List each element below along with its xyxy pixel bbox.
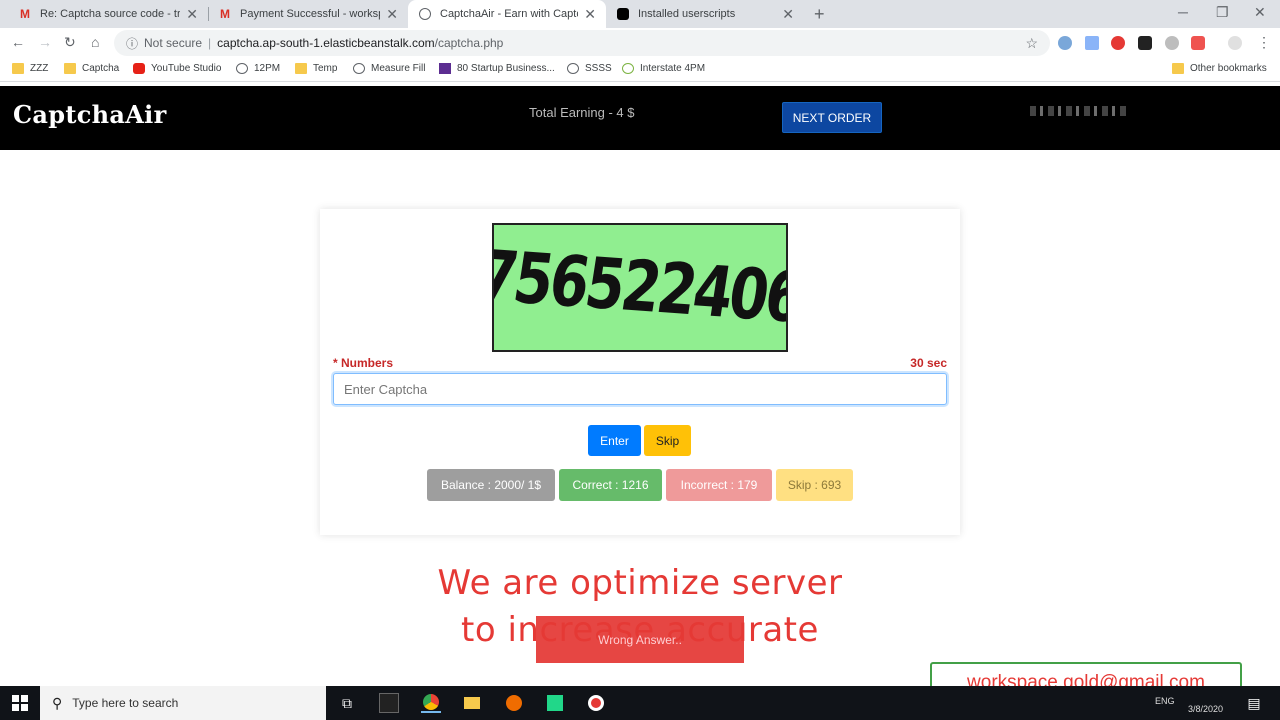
record-icon[interactable] — [586, 693, 606, 713]
close-window-icon[interactable]: ✕ — [1254, 4, 1266, 21]
bookmark-temp[interactable]: Temp — [295, 63, 337, 74]
folder-icon — [295, 63, 307, 74]
bookmark-12pm[interactable]: 12PM — [236, 63, 280, 74]
globe-icon — [567, 63, 579, 74]
folder-icon — [1172, 63, 1184, 74]
profile-avatar-icon[interactable] — [1228, 36, 1242, 50]
dropbox-icon[interactable] — [1085, 36, 1099, 50]
numbers-label: * Numbers — [333, 356, 394, 370]
youtube-icon — [133, 63, 145, 74]
task-view-icon[interactable]: ⧉ — [337, 693, 357, 713]
browser-toolbar: ← → ↻ ⌂ ⓘ Not secure | captcha.ap-south-… — [0, 28, 1280, 58]
tampermonkey-icon — [616, 7, 630, 21]
browser-tab-strip: M Re: Captcha source code - tramv ✕ M Pa… — [0, 0, 1280, 28]
gmail-icon: M — [220, 7, 230, 21]
wrong-answer-toast: Wrong Answer.. — [536, 616, 744, 663]
enter-button[interactable]: Enter — [588, 425, 641, 456]
close-tab-icon[interactable]: ✕ — [186, 6, 198, 23]
file-explorer-icon[interactable] — [462, 693, 482, 713]
chrome-icon[interactable] — [421, 693, 441, 713]
captcha-image-text: 756522406 — [492, 235, 788, 340]
incorrect-badge: Incorrect : 179 — [666, 469, 772, 501]
close-tab-icon[interactable]: ✕ — [782, 6, 794, 23]
extension-icon[interactable] — [1165, 36, 1179, 50]
taskbar-search[interactable]: ⚲ Type here to search — [40, 686, 326, 720]
home-icon[interactable]: ⌂ — [91, 34, 99, 50]
forward-icon[interactable]: → — [38, 34, 52, 50]
extension-icon[interactable] — [1058, 36, 1072, 50]
windows-taskbar: ⚲ Type here to search ⧉ ENG 3/8/2020 ▤ — [0, 686, 1280, 720]
tab-gmail-payment[interactable]: M Payment Successful - workspace. ✕ — [208, 0, 408, 28]
menu-kebab-icon[interactable]: ⋮ — [1257, 34, 1271, 51]
site-navbar: CaptchaAir Total Earning - 4 $ NEXT ORDE… — [0, 86, 1280, 150]
balance-badge: Balance : 2000/ 1$ — [427, 469, 555, 501]
skip-count-badge: Skip : 693 — [776, 469, 853, 501]
total-earning: Total Earning - 4 $ — [529, 105, 635, 120]
bookmark-zzz[interactable]: ZZZ — [12, 63, 48, 74]
globe-icon — [236, 63, 248, 74]
captcha-card: 756522406 * Numbers 30 sec Enter Skip Ba… — [320, 209, 960, 535]
bookmark-measure-fill[interactable]: Measure Fill — [353, 63, 425, 74]
close-tab-icon[interactable]: ✕ — [584, 6, 596, 23]
next-order-button[interactable]: NEXT ORDER — [782, 102, 882, 133]
restore-icon[interactable]: ❐ — [1216, 4, 1229, 21]
globe-icon — [418, 7, 432, 21]
search-icon: ⚲ — [52, 694, 63, 711]
adblock-icon[interactable] — [1111, 36, 1125, 50]
tab-installed-userscripts[interactable]: Installed userscripts ✕ — [606, 0, 804, 28]
close-tab-icon[interactable]: ✕ — [386, 6, 398, 23]
correct-badge: Correct : 1216 — [559, 469, 662, 501]
captcha-image: 756522406 — [492, 223, 788, 352]
bookmark-youtube-studio[interactable]: YouTube Studio — [133, 63, 221, 74]
address-bar[interactable]: ⓘ Not secure | captcha.ap-south-1.elasti… — [114, 30, 1050, 56]
bookmark-80-startup[interactable]: 80 Startup Business... — [439, 63, 555, 74]
taskbar-date: 3/8/2020 — [1188, 704, 1224, 714]
bookmark-ssss[interactable]: SSSS — [567, 63, 612, 74]
globe-icon — [622, 63, 634, 74]
security-label: Not secure — [144, 36, 203, 50]
bookmark-star-icon[interactable]: ☆ — [1025, 35, 1038, 52]
language-indicator[interactable]: ENG — [1155, 696, 1175, 706]
bookmark-interstate-4pm[interactable]: Interstate 4PM — [622, 63, 705, 74]
video-extension-icon[interactable] — [1191, 36, 1205, 50]
address-separator: | — [208, 36, 212, 50]
tab-gmail-captcha-source[interactable]: M Re: Captcha source code - tramv ✕ — [8, 0, 208, 28]
terminal-icon[interactable] — [379, 693, 399, 713]
book-icon — [439, 63, 451, 74]
app-icon[interactable] — [504, 693, 524, 713]
tab-captchaair[interactable]: CaptchaAir - Earn with Captcha f ✕ — [408, 0, 606, 28]
pycharm-icon[interactable] — [545, 693, 565, 713]
windows-start-icon[interactable] — [12, 695, 28, 711]
notice-line-1: We are optimize server — [437, 563, 843, 603]
skip-button[interactable]: Skip — [644, 425, 691, 456]
bookmarks-bar: ZZZ Captcha YouTube Studio 12PM Temp Mea… — [0, 58, 1280, 82]
gmail-icon: M — [20, 7, 30, 21]
bookmark-other-bookmarks[interactable]: Other bookmarks — [1172, 63, 1267, 74]
bookmark-captcha[interactable]: Captcha — [64, 63, 119, 74]
captcha-input[interactable] — [333, 373, 947, 405]
url-host: captcha.ap-south-1.elasticbeanstalk.com — [217, 36, 435, 50]
countdown-timer: 30 sec — [910, 356, 947, 370]
redacted-username — [1030, 106, 1128, 116]
site-logo[interactable]: CaptchaAir — [13, 100, 167, 129]
notifications-icon[interactable]: ▤ — [1244, 693, 1264, 713]
new-tab-icon[interactable]: + — [814, 4, 825, 25]
info-icon[interactable]: ⓘ — [126, 35, 138, 52]
folder-icon — [64, 63, 76, 74]
reload-icon[interactable]: ↻ — [64, 34, 76, 51]
globe-icon — [353, 63, 365, 74]
taskbar-search-placeholder: Type here to search — [72, 696, 179, 710]
minimize-icon[interactable]: ─ — [1178, 4, 1188, 20]
back-icon[interactable]: ← — [11, 34, 25, 50]
url-path: /captcha.php — [434, 36, 504, 50]
tampermonkey-icon[interactable] — [1138, 36, 1152, 50]
folder-icon — [12, 63, 24, 74]
